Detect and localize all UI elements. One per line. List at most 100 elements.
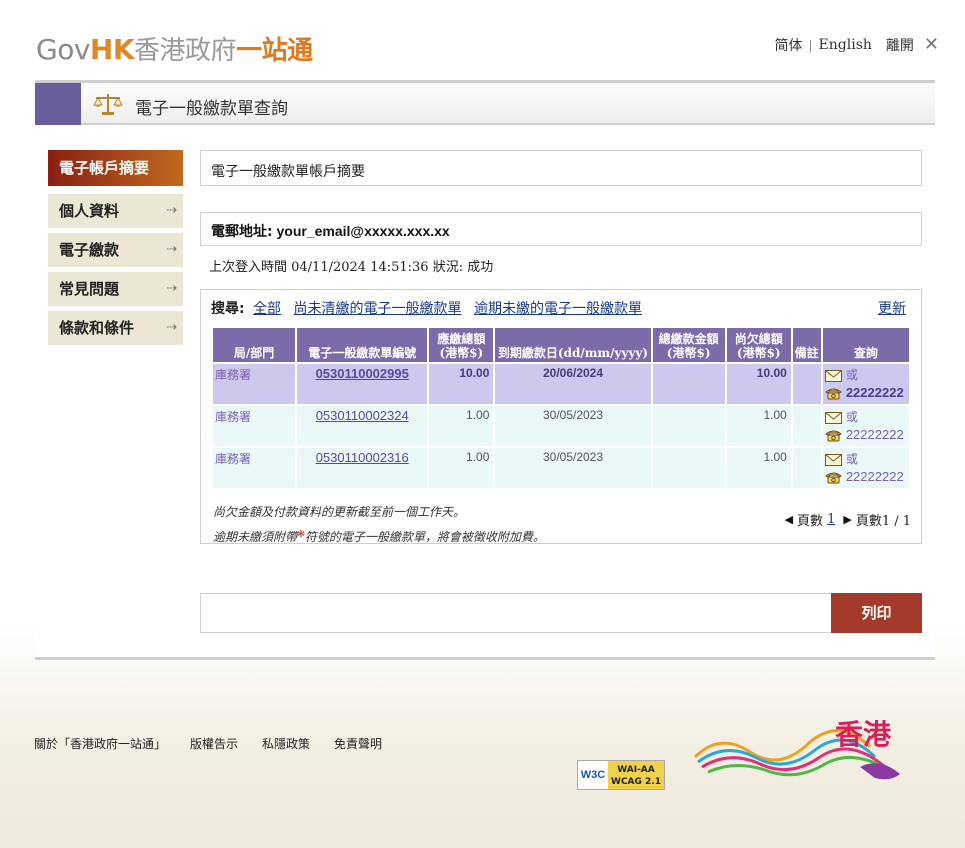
logo-zh-highlight-text: 一站通	[236, 36, 313, 66]
cell-paid	[652, 364, 725, 404]
close-icon[interactable]: ✕	[924, 34, 939, 55]
filter-unsettled-link[interactable]: 尚未清繳的電子一般繳款單	[294, 301, 462, 317]
page-label: 頁數	[797, 514, 824, 529]
top-header: GovHK香港政府一站通 简体 | English 離開 ✕	[0, 0, 965, 80]
main-panel: 電子一般繳款單查詢 電子帳戶摘要 個人資料 ⇢ 電子繳款 ⇢ 常見問題 ⇢ 條款…	[35, 80, 935, 660]
cell-due-date: 20/06/2024	[495, 364, 651, 404]
cell-bill-no: 0530110002995	[297, 364, 428, 404]
lang-simplified-link[interactable]: 简体	[775, 35, 803, 55]
print-bar: 列印	[200, 593, 922, 633]
phone-number: 22222222	[845, 427, 904, 442]
brand-hong-kong-logo: 香港	[693, 718, 900, 780]
footer-privacy-link[interactable]: 私隱政策	[262, 735, 310, 752]
sidebar-item-e-payment[interactable]: 電子繳款 ⇢	[48, 233, 183, 267]
cell-paid	[652, 406, 725, 446]
scales-icon	[93, 94, 123, 115]
table-row: 庫務署 0530110002324 1.00 30/05/2023 1.00 或…	[213, 406, 909, 446]
content-area: 電子一般繳款單帳戶摘要 電郵地址: your_email@xxxxx.xxx.x…	[200, 150, 922, 545]
or-text: 或	[845, 452, 858, 466]
cell-dept: 庫務署	[213, 406, 296, 446]
wai-aa-text: WAI-AA	[617, 765, 655, 775]
telephone-icon	[824, 430, 842, 442]
print-button[interactable]: 列印	[831, 593, 922, 633]
telephone-icon	[824, 388, 842, 400]
cell-query: 或 22222222	[822, 448, 909, 488]
cell-query: 或 22222222	[822, 364, 909, 404]
w3c-wcag-badge[interactable]: W3C WAI-AA WCAG 2.1	[577, 760, 665, 790]
summary-title-box: 電子一般繳款單帳戶摘要	[200, 150, 922, 186]
filter-overdue-link[interactable]: 逾期未繳的電子一般繳款單	[474, 301, 642, 317]
refresh-link[interactable]: 更新	[878, 298, 906, 318]
col-header-outstanding: 尚欠總額 (港幣$)	[726, 328, 791, 362]
email-value: your_email@xxxxx.xxx.xx	[276, 223, 450, 239]
bill-no-link[interactable]: 0530110002324	[316, 408, 409, 423]
sidebar-item-account-summary[interactable]: 電子帳戶摘要	[48, 150, 183, 186]
lang-english-link[interactable]: English	[819, 37, 872, 53]
bill-no-link[interactable]: 0530110002316	[316, 450, 409, 465]
table-row: 庫務署 0530110002995 10.00 20/06/2024 10.00…	[213, 364, 909, 404]
col-header-amount: 應繳總額 (港幣$)	[429, 328, 494, 362]
footer-copyright-link[interactable]: 版權告示	[190, 735, 238, 752]
bills-box: 搜尋: 全部 尚未清繳的電子一般繳款單 逾期未繳的電子一般繳款單 更新 局/部門…	[200, 289, 922, 545]
page-link[interactable]: 1	[827, 512, 835, 527]
sidebar-item-label: 電子繳款	[59, 241, 120, 259]
sidebar-item-label: 個人資料	[59, 202, 120, 220]
summary-title: 電子一般繳款單帳戶摘要	[211, 164, 365, 180]
next-page-icon[interactable]: ▶	[843, 513, 851, 526]
or-text: 或	[845, 368, 858, 382]
arrow-right-icon: ⇢	[166, 242, 177, 257]
cell-bill-no: 0530110002316	[297, 448, 428, 488]
note-surcharge-post: 符號的電子一般繳款單，將會被徵收附加費。	[304, 530, 545, 544]
logo-gov-text: Gov	[36, 33, 90, 66]
last-login-text: 上次登入時間 04/11/2024 14:51:36 狀況: 成功	[209, 260, 494, 275]
wcag-version-text: WCAG 2.1	[611, 777, 661, 787]
govhk-logo[interactable]: GovHK香港政府一站通	[36, 30, 313, 67]
search-filter-row: 搜尋: 全部 尚未清繳的電子一般繳款單 逾期未繳的電子一般繳款單 更新	[211, 298, 911, 320]
envelope-icon[interactable]	[824, 369, 842, 382]
sidebar-item-label: 電子帳戶摘要	[59, 159, 150, 177]
cell-dept: 庫務署	[213, 364, 296, 404]
footer-links: 關於「香港政府一站通」 版權告示 私隱政策 免責聲明	[34, 735, 382, 752]
page-total: 頁數1 / 1	[855, 514, 911, 529]
cell-amount: 10.00	[429, 364, 494, 404]
envelope-icon[interactable]	[824, 411, 842, 424]
w3c-text: W3C	[578, 761, 608, 789]
arrow-right-icon: ⇢	[166, 203, 177, 218]
logout-link[interactable]: 離開	[886, 35, 914, 55]
or-text: 或	[845, 410, 858, 424]
cell-outstanding: 1.00	[726, 406, 791, 446]
arrow-right-icon: ⇢	[166, 281, 177, 296]
email-box: 電郵地址: your_email@xxxxx.xxx.xx	[200, 212, 922, 246]
table-header-row: 局/部門 電子一般繳款單編號 應繳總額 (港幣$) 到期繳款日(dd/mm/yy…	[213, 328, 909, 362]
note-surcharge-pre: 逾期未繳須附帶	[213, 530, 298, 544]
cell-remark	[792, 364, 821, 404]
brand-hk-text: 香港	[835, 718, 892, 751]
envelope-icon[interactable]	[824, 453, 842, 466]
sidebar-item-personal-info[interactable]: 個人資料 ⇢	[48, 194, 183, 228]
sidebar-item-label: 常見問題	[59, 280, 120, 298]
cell-bill-no: 0530110002324	[297, 406, 428, 446]
sidebar-item-faq[interactable]: 常見問題 ⇢	[48, 272, 183, 306]
sidebar-item-terms[interactable]: 條款和條件 ⇢	[48, 311, 183, 345]
table-row: 庫務署 0530110002316 1.00 30/05/2023 1.00 或…	[213, 448, 909, 488]
top-links: 简体 | English 離開 ✕	[775, 34, 940, 55]
logo-hk-text: HK	[89, 33, 135, 66]
cell-remark	[792, 448, 821, 488]
cell-query: 或 22222222	[822, 406, 909, 446]
col-header-due-date: 到期繳款日(dd/mm/yyyy)	[495, 328, 651, 362]
bill-no-link[interactable]: 0530110002995	[316, 366, 409, 381]
cell-amount: 1.00	[429, 406, 494, 446]
pager: ◀ 頁數 1 ▶ 頁數1 / 1	[781, 510, 911, 529]
logo-zh-text: 香港政府	[134, 36, 237, 66]
wcag-text: WAI-AA WCAG 2.1	[608, 761, 664, 789]
prev-page-icon[interactable]: ◀	[785, 513, 793, 526]
phone-number: 22222222	[845, 385, 904, 400]
sidebar-item-label: 條款和條件	[59, 319, 135, 337]
footer-disclaimer-link[interactable]: 免責聲明	[334, 735, 382, 752]
footer-about-link[interactable]: 關於「香港政府一站通」	[34, 735, 166, 752]
filter-all-link[interactable]: 全部	[253, 301, 281, 317]
cell-amount: 1.00	[429, 448, 494, 488]
title-accent-block	[35, 83, 81, 125]
col-header-bill-no: 電子一般繳款單編號	[297, 328, 428, 362]
email-label: 電郵地址:	[211, 224, 273, 240]
